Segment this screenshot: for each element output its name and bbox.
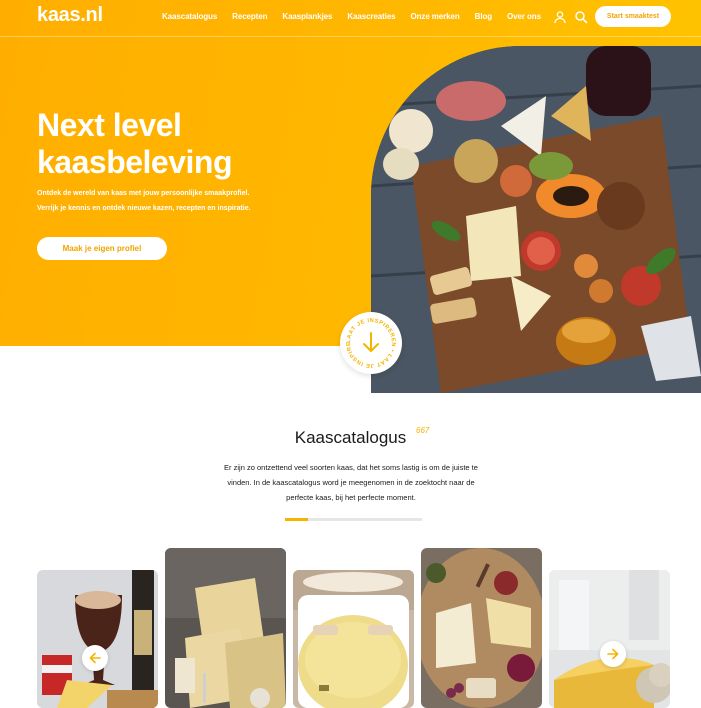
catalog-card[interactable] xyxy=(549,570,670,708)
catalog-count: 667 xyxy=(416,426,430,435)
arrow-down-icon xyxy=(363,332,379,352)
catalog-title: Kaascatalogus xyxy=(294,428,407,447)
arrow-right-icon xyxy=(607,648,619,660)
nav-link-over-ons[interactable]: Over ons xyxy=(507,12,541,21)
nav-link-kaascatalogus[interactable]: Kaascatalogus xyxy=(162,12,217,21)
carousel-prev-button[interactable] xyxy=(82,645,108,671)
carousel-next-button[interactable] xyxy=(600,641,626,667)
nav-link-kaasplankjes[interactable]: Kaasplankjes xyxy=(282,12,332,21)
carousel-progress-fill xyxy=(285,518,309,521)
search-icon[interactable] xyxy=(574,10,588,24)
arrow-left-icon xyxy=(89,652,101,664)
hero-title-line1: Next level xyxy=(37,107,182,143)
catalog-card[interactable] xyxy=(421,548,542,708)
user-icon[interactable] xyxy=(553,10,567,24)
scroll-down-badge[interactable]: LAAT JE INSPIREREN • LAAT JE INSPIREREN … xyxy=(338,308,402,374)
carousel-progress xyxy=(285,518,422,521)
hero-text: Ontdek de wereld van kaas met jouw perso… xyxy=(37,190,251,212)
catalog-text: Er zijn zo ontzettend veel soorten kaas,… xyxy=(224,463,478,502)
hero-cheese-board-image xyxy=(371,46,701,393)
hero-title: Next level kaasbeleving xyxy=(37,107,367,181)
nav-link-onze-merken[interactable]: Onze merken xyxy=(411,12,460,21)
create-profile-button[interactable]: Maak je eigen profiel xyxy=(37,237,167,260)
nav-divider xyxy=(0,36,701,37)
nav-link-recepten[interactable]: Recepten xyxy=(232,12,267,21)
main-nav: Kaascatalogus Recepten Kaasplankjes Kaas… xyxy=(162,12,556,21)
logo[interactable]: kaas.nl xyxy=(37,4,103,27)
nav-link-blog[interactable]: Blog xyxy=(475,12,492,21)
catalog-card[interactable] xyxy=(165,548,286,708)
nav-link-kaascreaties[interactable]: Kaascreaties xyxy=(347,12,395,21)
navbar: kaas.nl Kaascatalogus Recepten Kaasplank… xyxy=(0,0,701,36)
scroll-badge-text: LAAT JE INSPIREREN • LAAT JE INSPIREREN … xyxy=(338,308,396,368)
start-smaaktest-button[interactable]: Start smaaktest xyxy=(595,6,671,27)
svg-text:LAAT JE INSPIREREN • LAAT JE I: LAAT JE INSPIREREN • LAAT JE INSPIREREN … xyxy=(340,312,396,368)
hero-title-line2: kaasbeleving xyxy=(37,144,233,180)
catalog-card[interactable] xyxy=(293,570,414,708)
catalog-card[interactable] xyxy=(37,570,158,708)
